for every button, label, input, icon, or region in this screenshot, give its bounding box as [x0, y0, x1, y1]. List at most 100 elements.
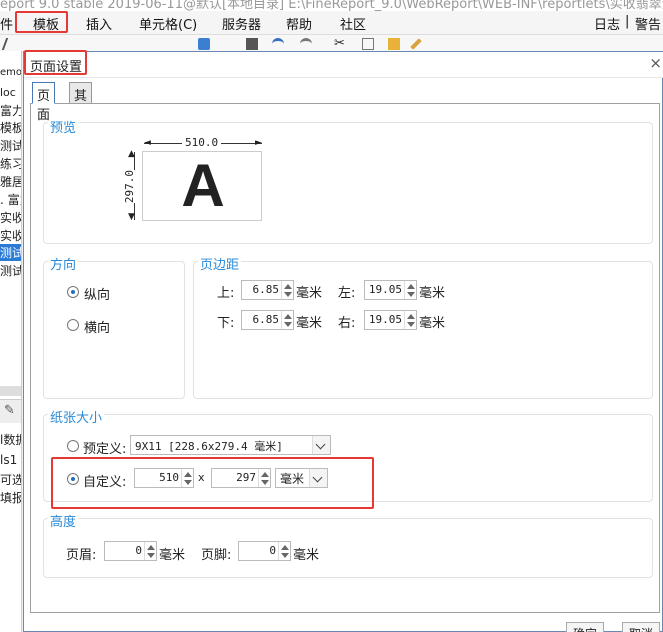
margin-right-unit: 毫米	[419, 316, 446, 331]
sidebar-item[interactable]: 测试	[0, 137, 21, 154]
sidebar-item[interactable]: emo	[0, 67, 21, 78]
sidebar-item[interactable]: 填报	[0, 489, 21, 506]
redo-icon[interactable]	[300, 38, 312, 50]
menu-file[interactable]: 件	[0, 14, 13, 33]
sidebar-splitter[interactable]	[0, 386, 21, 396]
tab-other[interactable]: 其他	[69, 82, 93, 123]
sidebar-item[interactable]: 可选的	[0, 471, 21, 488]
predefined-radio[interactable]	[67, 440, 79, 452]
ok-button[interactable]: 确定	[566, 622, 605, 632]
window-title-bar: eport 9.0 stable 2019-06-11@默认[本地目录] E:\…	[0, 0, 663, 11]
margin-top-unit: 毫米	[296, 286, 323, 301]
predefined-size-select[interactable]: 9X11 [228.6x279.4 毫米]	[130, 435, 331, 455]
landscape-radio[interactable]	[67, 319, 79, 331]
chevron-down-icon[interactable]	[312, 436, 330, 454]
preview-group-title: 预览	[48, 117, 79, 136]
paper-size-group-title: 纸张大小	[48, 407, 105, 426]
predefined-label[interactable]: 预定义:	[83, 438, 126, 457]
margin-left-spinner[interactable]: 19.05	[364, 280, 417, 300]
predefined-size-value: 9X11 [228.6x279.4 毫米]	[135, 440, 283, 453]
margin-bottom-value: 6.85	[252, 313, 280, 326]
header-unit: 毫米	[159, 548, 186, 563]
menu-warning[interactable]: 警告	[635, 14, 661, 33]
sidebar-item[interactable]: . 富力	[0, 191, 21, 208]
spinner-arrows[interactable]	[404, 311, 416, 329]
cut-small-icon[interactable]	[1, 38, 19, 50]
header-height-value: 0	[135, 544, 142, 557]
sidebar-item[interactable]: l数据	[0, 431, 21, 448]
arrow-left-icon: ◄	[144, 138, 151, 148]
page-preview: A	[142, 151, 262, 221]
sidebar-item[interactable]: 富力	[0, 102, 21, 119]
sidebar-item[interactable]: 雅居乐	[0, 173, 21, 190]
sidebar-lower-toolbar: ✎	[0, 399, 21, 423]
clipboard-icon[interactable]	[388, 38, 400, 50]
margin-top-label: 上:	[217, 286, 235, 301]
paste-icon[interactable]	[198, 38, 210, 50]
margins-group-title: 页边距	[198, 254, 242, 273]
sidebar-item[interactable]: 测试2	[0, 262, 21, 279]
landscape-label[interactable]: 横向	[84, 317, 110, 336]
preview-height-label: 297.0	[123, 169, 137, 204]
arrow-right-icon: ►	[255, 138, 262, 148]
sidebar-item[interactable]: 实收翡	[0, 209, 21, 226]
margin-right-value: 19.05	[368, 313, 402, 326]
spinner-arrows[interactable]	[144, 542, 156, 560]
footer-unit: 毫米	[293, 548, 320, 563]
menu-community[interactable]: 社区	[340, 14, 366, 33]
margin-bottom-unit: 毫米	[296, 316, 323, 331]
toolbar: ✂	[0, 35, 663, 51]
sidebar-item-selected[interactable]: 测试.	[0, 244, 21, 261]
menu-bar: 件 模板 插入 单元格(C) 服务器 帮助 社区 日志 | 警告	[0, 11, 663, 35]
menu-separator: |	[625, 14, 630, 29]
sidebar-item[interactable]: 实收翡	[0, 227, 21, 244]
menu-server[interactable]: 服务器	[222, 14, 261, 33]
sidebar-item[interactable]: ls1	[0, 453, 17, 467]
footer-height-spinner[interactable]: 0	[238, 541, 291, 561]
spinner-arrows[interactable]	[281, 281, 293, 299]
menu-help[interactable]: 帮助	[286, 14, 312, 33]
margin-top-value: 6.85	[252, 283, 280, 296]
portrait-label[interactable]: 纵向	[84, 284, 110, 303]
cancel-button[interactable]: 取消	[622, 622, 661, 632]
orientation-group-title: 方向	[48, 254, 79, 273]
menu-cell[interactable]: 单元格(C)	[139, 14, 197, 33]
custom-size-highlight	[51, 457, 374, 509]
copy-icon[interactable]	[362, 38, 374, 50]
close-icon[interactable]: ×	[649, 54, 662, 72]
margin-bottom-label: 下:	[217, 316, 235, 331]
spinner-arrows[interactable]	[404, 281, 416, 299]
header-label: 页眉:	[66, 548, 97, 563]
tab-page[interactable]: 页面	[32, 82, 56, 123]
spinner-arrows[interactable]	[281, 311, 293, 329]
margin-top-spinner[interactable]: 6.85	[241, 280, 294, 300]
margin-left-value: 19.05	[368, 283, 402, 296]
template-menu-highlight	[15, 11, 68, 33]
menu-insert[interactable]: 插入	[86, 14, 112, 33]
margin-bottom-spinner[interactable]: 6.85	[241, 310, 294, 330]
header-footer-group-title: 高度	[48, 511, 79, 530]
dialog-title-highlight	[24, 50, 87, 75]
preview-letter: A	[181, 152, 225, 219]
header-height-spinner[interactable]: 0	[104, 541, 157, 561]
margin-left-unit: 毫米	[419, 286, 446, 301]
sidebar-item[interactable]: 模板	[0, 119, 21, 136]
footer-label: 页脚:	[201, 548, 232, 563]
scissors-icon[interactable]: ✂	[334, 37, 346, 50]
sidebar-item[interactable]: 练习	[0, 155, 21, 172]
arrow-up-icon: ▲	[128, 149, 135, 159]
format-brush-icon[interactable]	[410, 38, 422, 50]
margin-right-label: 右:	[338, 316, 356, 331]
orientation-group	[43, 261, 185, 399]
menu-log[interactable]: 日志	[594, 14, 620, 33]
arrow-down-icon: ▼	[128, 212, 135, 222]
margin-right-spinner[interactable]: 19.05	[364, 310, 417, 330]
undo-icon[interactable]	[272, 38, 284, 50]
spinner-arrows[interactable]	[278, 542, 290, 560]
sidebar-item[interactable]: loc	[0, 86, 16, 99]
save-icon[interactable]	[246, 38, 258, 50]
edit-pencil-icon[interactable]: ✎	[4, 403, 15, 418]
portrait-radio[interactable]	[67, 286, 79, 298]
dialog-title-bar[interactable]: 页面设置 ×	[24, 52, 663, 78]
template-sidebar: emo loc 富力 模板 测试 练习 雅居乐 . 富力 实收翡 实收翡 测试.…	[0, 51, 22, 632]
